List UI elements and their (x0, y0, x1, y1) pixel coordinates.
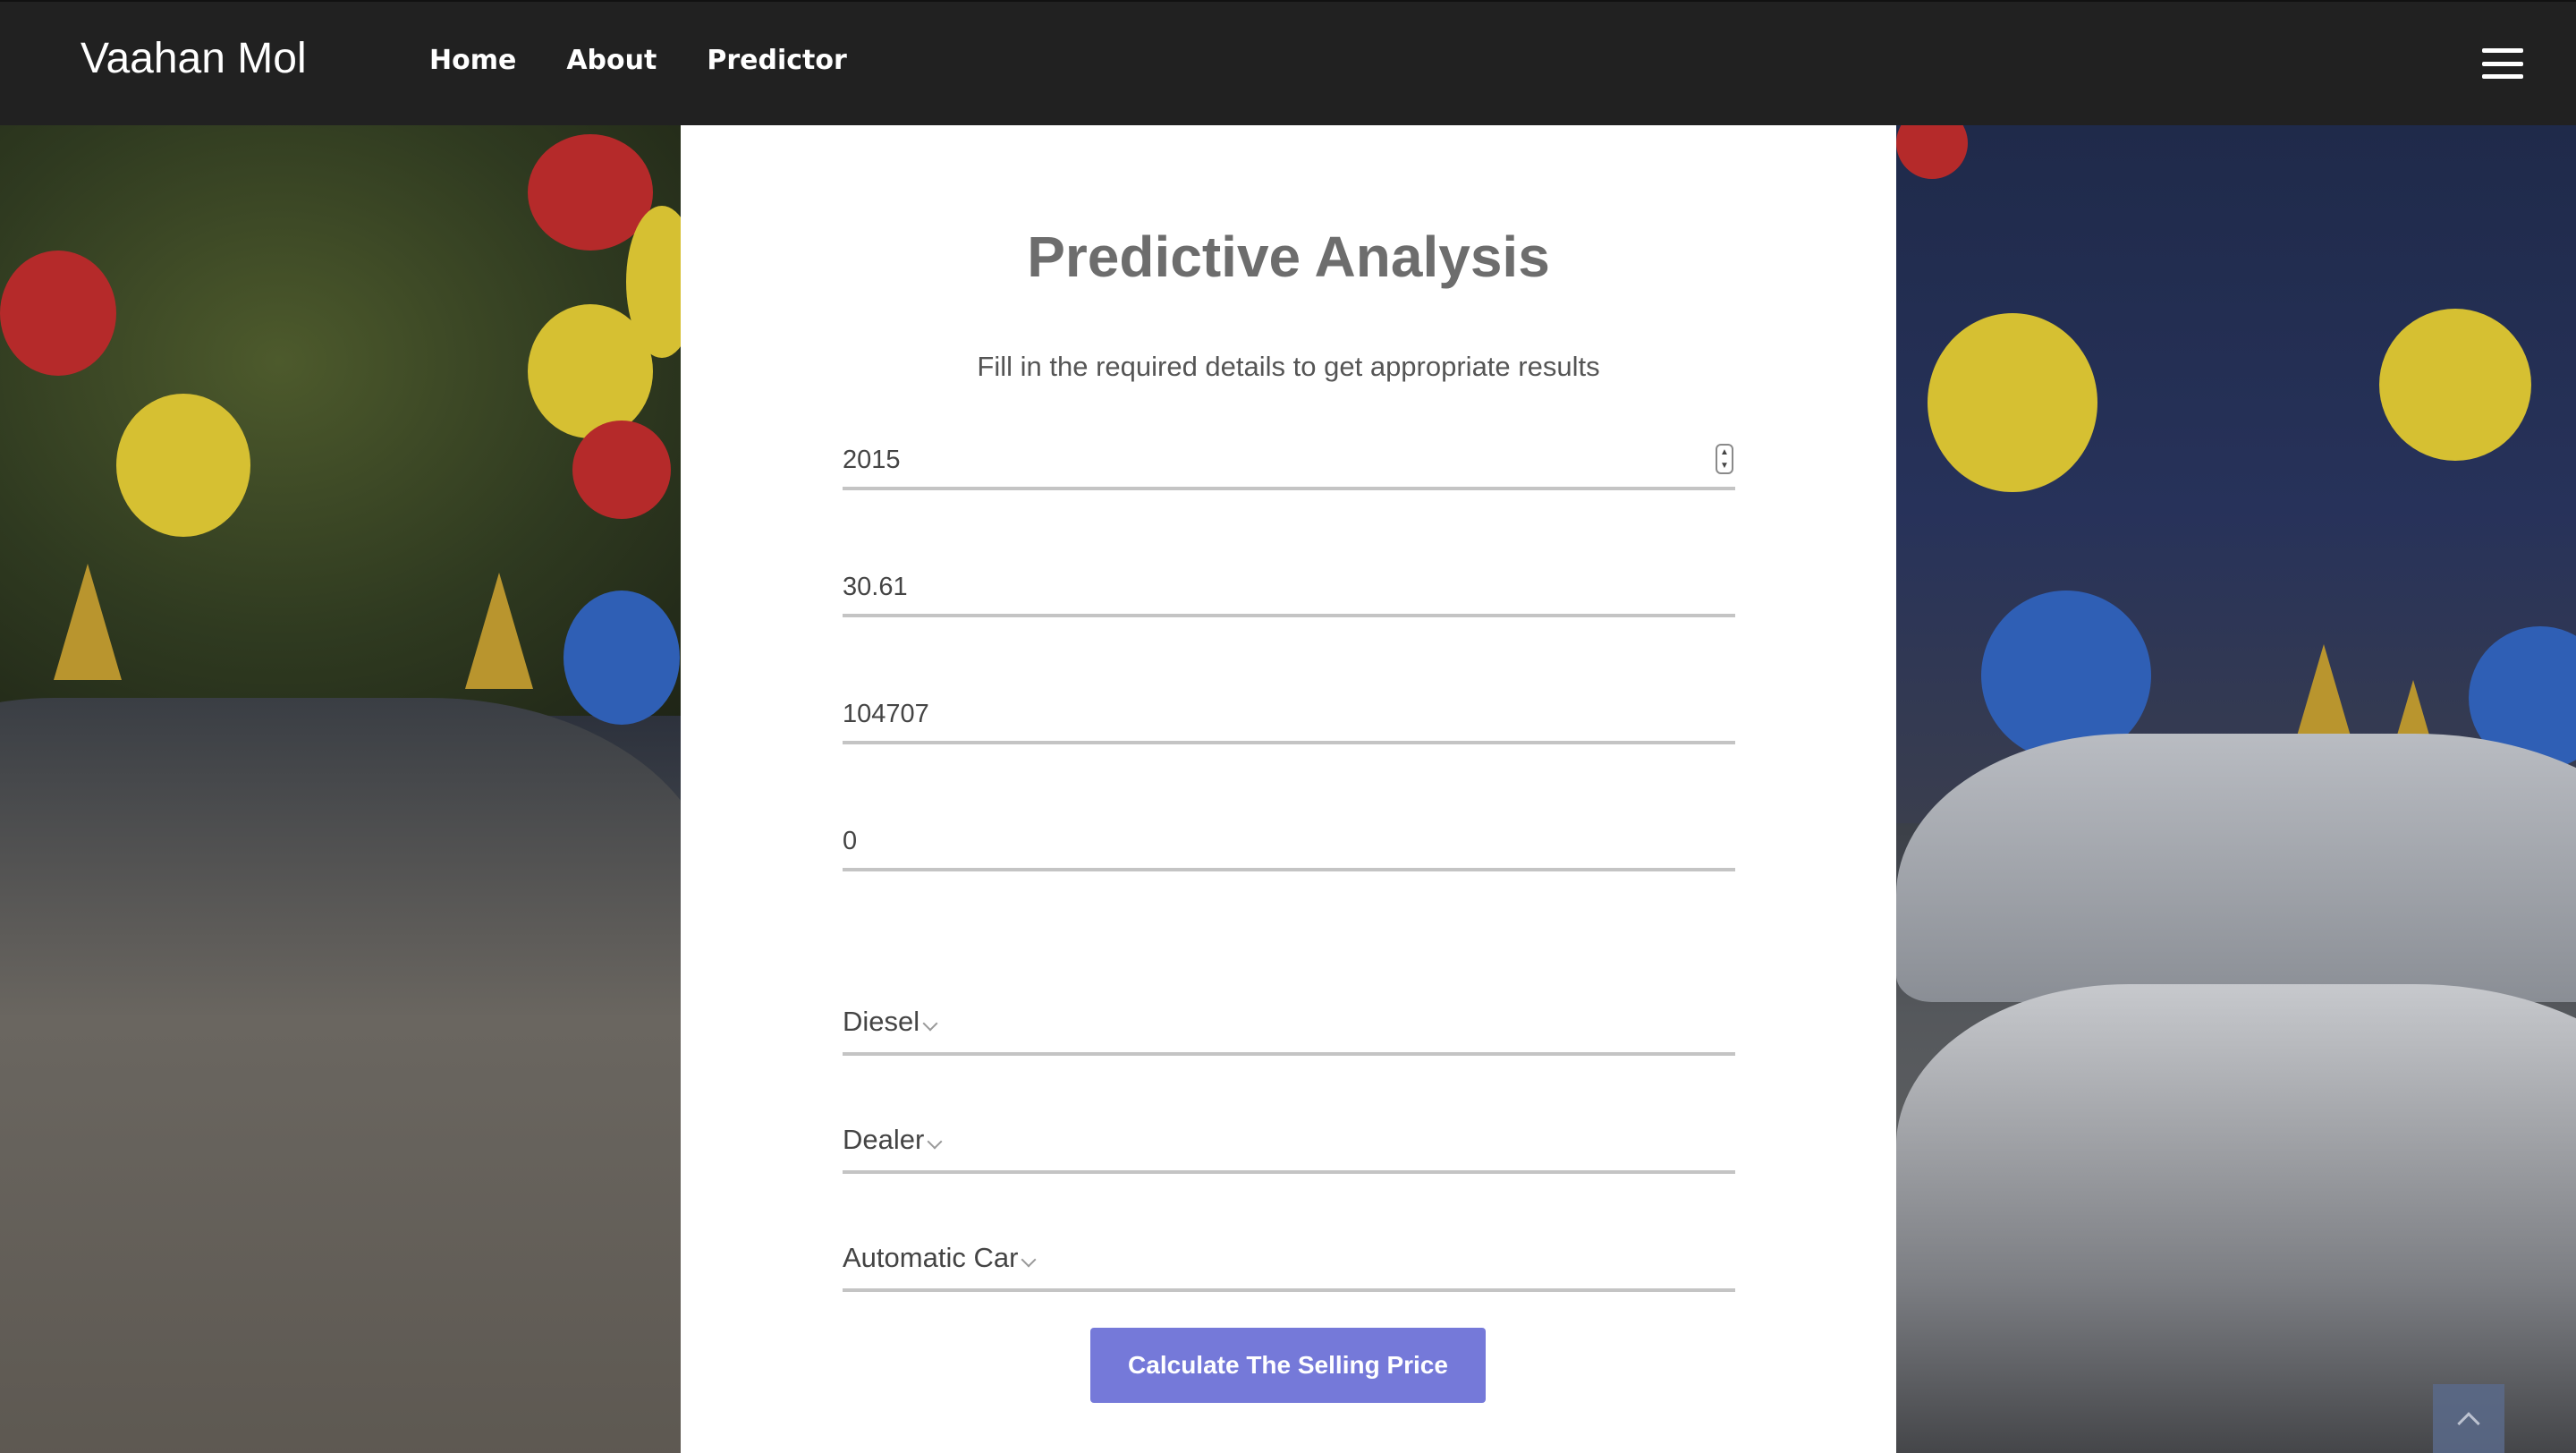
chevron-down-icon (927, 1134, 943, 1150)
present-price-input[interactable] (843, 560, 1735, 614)
hamburger-line (2482, 74, 2523, 79)
blue-balloon (564, 591, 680, 725)
stepper-down-icon[interactable]: ▼ (1720, 461, 1729, 471)
car-left (0, 698, 716, 1453)
seller-type-select[interactable]: Dealer (843, 1117, 1735, 1174)
seller-type-value: Dealer (843, 1124, 925, 1155)
year-field: ▲ ▼ (843, 433, 1735, 490)
kms-driven-field (843, 687, 1735, 744)
red-balloon (572, 421, 671, 519)
present-price-field (843, 560, 1735, 617)
red-balloon (0, 251, 116, 376)
decoration-cone (54, 564, 122, 680)
transmission-select[interactable]: Automatic Car (843, 1235, 1735, 1292)
transmission-value: Automatic Car (843, 1242, 1019, 1273)
form-subtitle: Fill in the required details to get appr… (977, 351, 1600, 382)
kms-driven-input[interactable] (843, 687, 1735, 741)
car-right (1896, 984, 2576, 1453)
nav-links: Home About Predictor (429, 45, 847, 76)
back-to-top-button[interactable] (2433, 1384, 2504, 1453)
predictor-form-card: Predictive Analysis Fill in the required… (681, 125, 1896, 1453)
yellow-balloon (2379, 309, 2531, 461)
brand-logo[interactable]: Vaahan Mol (80, 34, 307, 83)
chevron-down-icon (922, 1015, 938, 1032)
hamburger-line (2482, 48, 2523, 53)
chevron-down-icon (1021, 1252, 1037, 1268)
yellow-balloon (116, 394, 250, 537)
yellow-balloon (1928, 313, 2097, 492)
fuel-type-select[interactable]: Diesel (843, 998, 1735, 1056)
car-right (1896, 734, 2576, 1002)
nav-link-about[interactable]: About (566, 45, 657, 76)
hamburger-line (2482, 61, 2523, 66)
fuel-type-value: Diesel (843, 1006, 920, 1037)
hamburger-menu-icon[interactable] (2482, 48, 2523, 79)
top-navbar: Vaahan Mol Home About Predictor (0, 0, 2576, 125)
calculate-price-button[interactable]: Calculate The Selling Price (1090, 1328, 1486, 1403)
page-title: Predictive Analysis (1027, 225, 1550, 289)
decoration-cone (465, 573, 533, 689)
owner-input[interactable] (843, 814, 1735, 868)
nav-link-home[interactable]: Home (429, 45, 516, 76)
number-stepper-icon[interactable]: ▲ ▼ (1716, 444, 1733, 474)
chevron-up-icon (2457, 1411, 2480, 1435)
owner-field (843, 814, 1735, 871)
stepper-up-icon[interactable]: ▲ (1720, 447, 1729, 457)
nav-link-predictor[interactable]: Predictor (707, 45, 846, 76)
year-input[interactable] (843, 433, 1735, 487)
